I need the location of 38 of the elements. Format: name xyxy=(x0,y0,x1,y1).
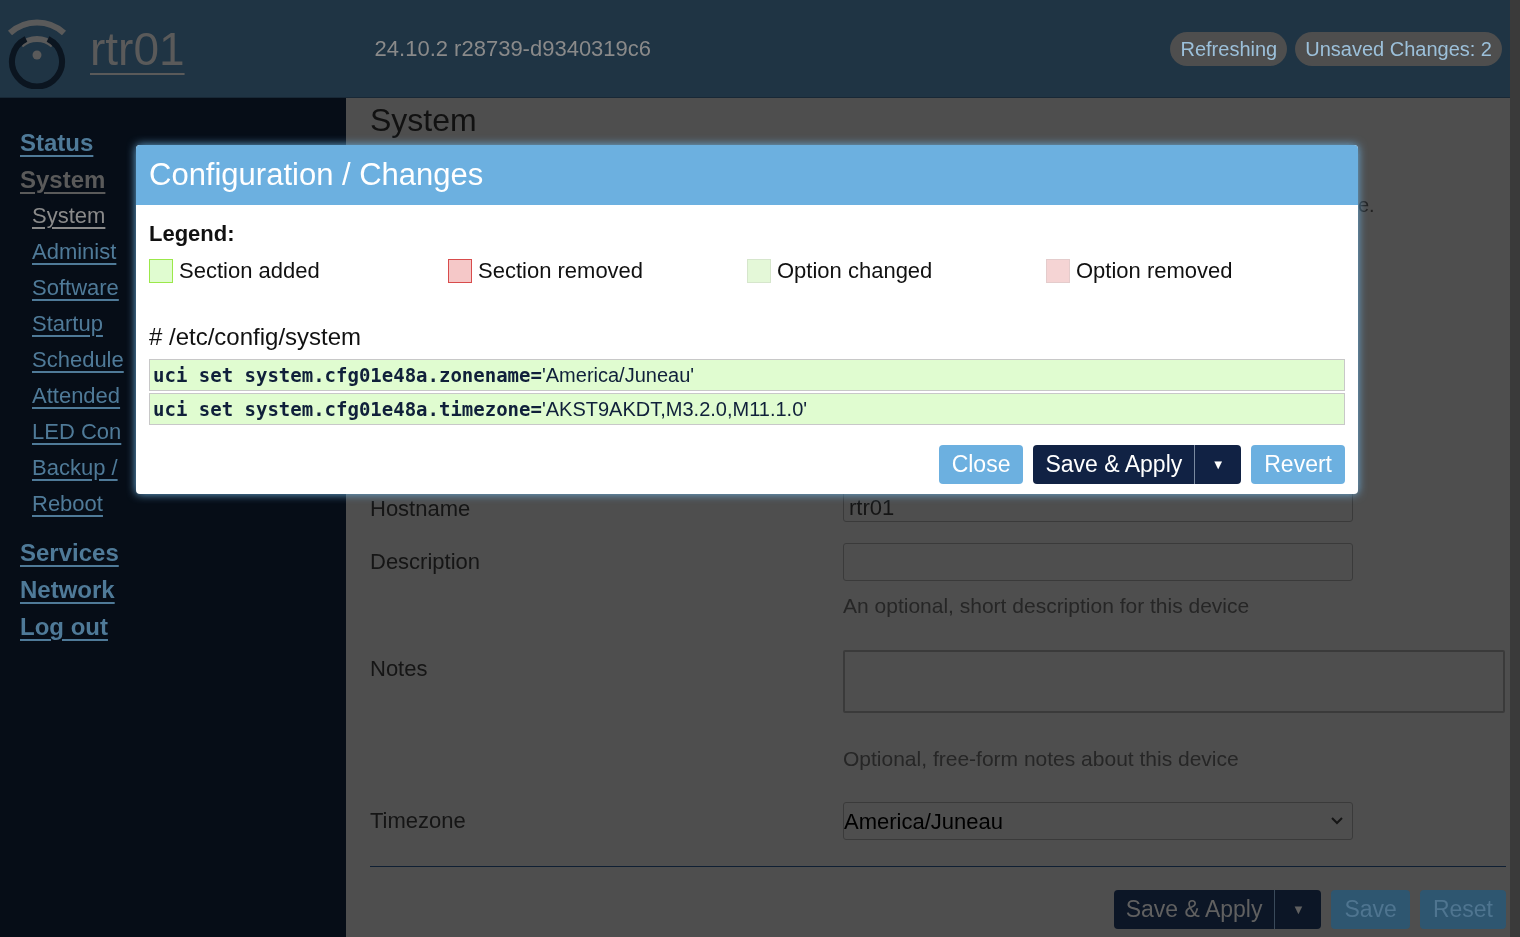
nav-sublink[interactable]: Schedule xyxy=(32,342,124,378)
legend-label: Section removed xyxy=(478,257,644,285)
legend-label: Option changed xyxy=(777,257,933,285)
dropdown-toggle[interactable]: ▼ xyxy=(1195,445,1242,484)
nav-sublink[interactable]: Software xyxy=(32,270,119,306)
field-label: Timezone xyxy=(370,807,467,835)
field-label: Description xyxy=(370,548,482,576)
nav-sublink[interactable]: Backup / xyxy=(32,450,118,486)
timezone-select[interactable]: America/Juneau xyxy=(843,802,1353,840)
field-label: Hostname xyxy=(370,495,472,523)
nav-sublink[interactable]: LED Con xyxy=(32,414,122,450)
legend-label: Option removed xyxy=(1076,257,1233,285)
nav-link[interactable]: System xyxy=(20,161,106,198)
legend-title: Legend: xyxy=(149,220,236,248)
field-label: Notes xyxy=(370,654,429,683)
nav-sublink[interactable]: Startup xyxy=(32,306,103,342)
dialog-button[interactable]: Revert xyxy=(1251,445,1345,484)
nav-sublink[interactable]: System xyxy=(32,198,106,234)
nav-link[interactable]: Network xyxy=(20,571,115,608)
nav-link[interactable]: Services xyxy=(20,534,119,571)
scrollbar[interactable] xyxy=(1510,0,1520,937)
dialog-title: Configuration / Changes xyxy=(149,155,484,194)
dropdown-toggle[interactable]: ▼ xyxy=(1275,890,1322,929)
status-badge: Refreshing xyxy=(1170,31,1288,66)
nav-sublink[interactable]: Attended xyxy=(32,378,121,414)
nav-sublink[interactable]: Administ xyxy=(32,234,117,270)
status-badge: Unsaved Changes: 2 xyxy=(1295,31,1502,66)
page-title: System xyxy=(370,101,478,140)
config-file-heading: # /etc/config/system xyxy=(149,322,363,352)
chevron-down-icon xyxy=(1330,816,1344,826)
nav-sublink[interactable]: Reboot xyxy=(32,486,103,522)
nav-link[interactable]: Log out xyxy=(20,608,108,645)
legend-label: Section added xyxy=(179,257,320,285)
version-text: 24.10.2 r28739-d9340319c6 xyxy=(374,35,652,63)
nav-link[interactable]: Status xyxy=(20,124,94,161)
save-apply-button[interactable]: Save & Apply xyxy=(1113,890,1276,929)
dialog-button[interactable]: Close xyxy=(938,445,1024,484)
save-apply-button[interactable]: Save & Apply xyxy=(1033,445,1196,484)
